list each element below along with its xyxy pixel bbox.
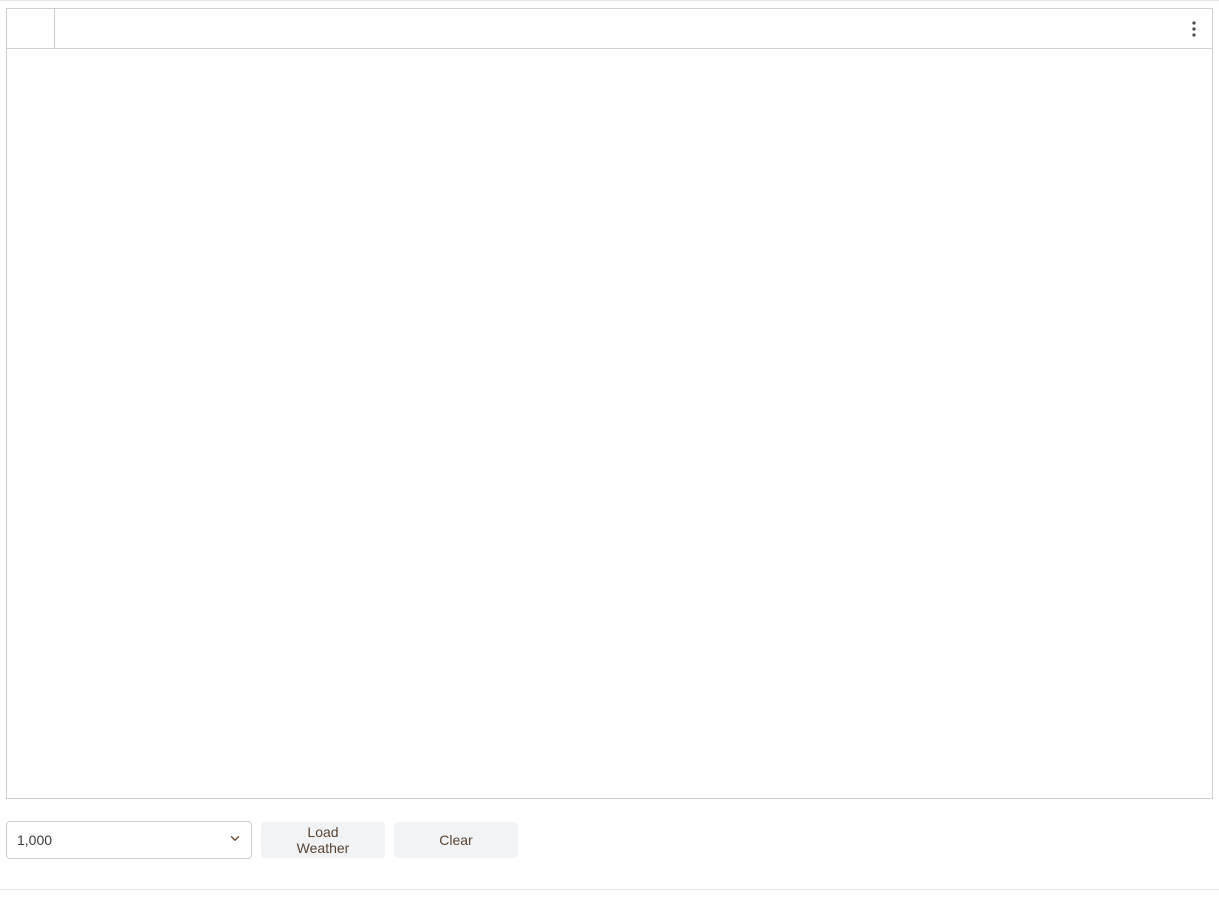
load-weather-button[interactable]: Load Weather: [261, 822, 385, 858]
row-count-select-wrap: 1,000: [6, 821, 252, 859]
bottom-toolbar: 1,000 Load Weather Clear: [6, 821, 1213, 859]
clear-button[interactable]: Clear: [394, 822, 518, 858]
panel-body-empty: [7, 49, 1212, 798]
data-panel: [6, 8, 1213, 799]
more-vert-icon: [1192, 21, 1196, 37]
more-options-button[interactable]: [1184, 15, 1204, 43]
panel-header-corner-cell[interactable]: [7, 9, 55, 48]
panel-header-toolbar: [55, 9, 1212, 48]
panel-header: [7, 9, 1212, 49]
page-root: 1,000 Load Weather Clear: [0, 0, 1219, 890]
row-count-select[interactable]: 1,000: [6, 821, 252, 859]
